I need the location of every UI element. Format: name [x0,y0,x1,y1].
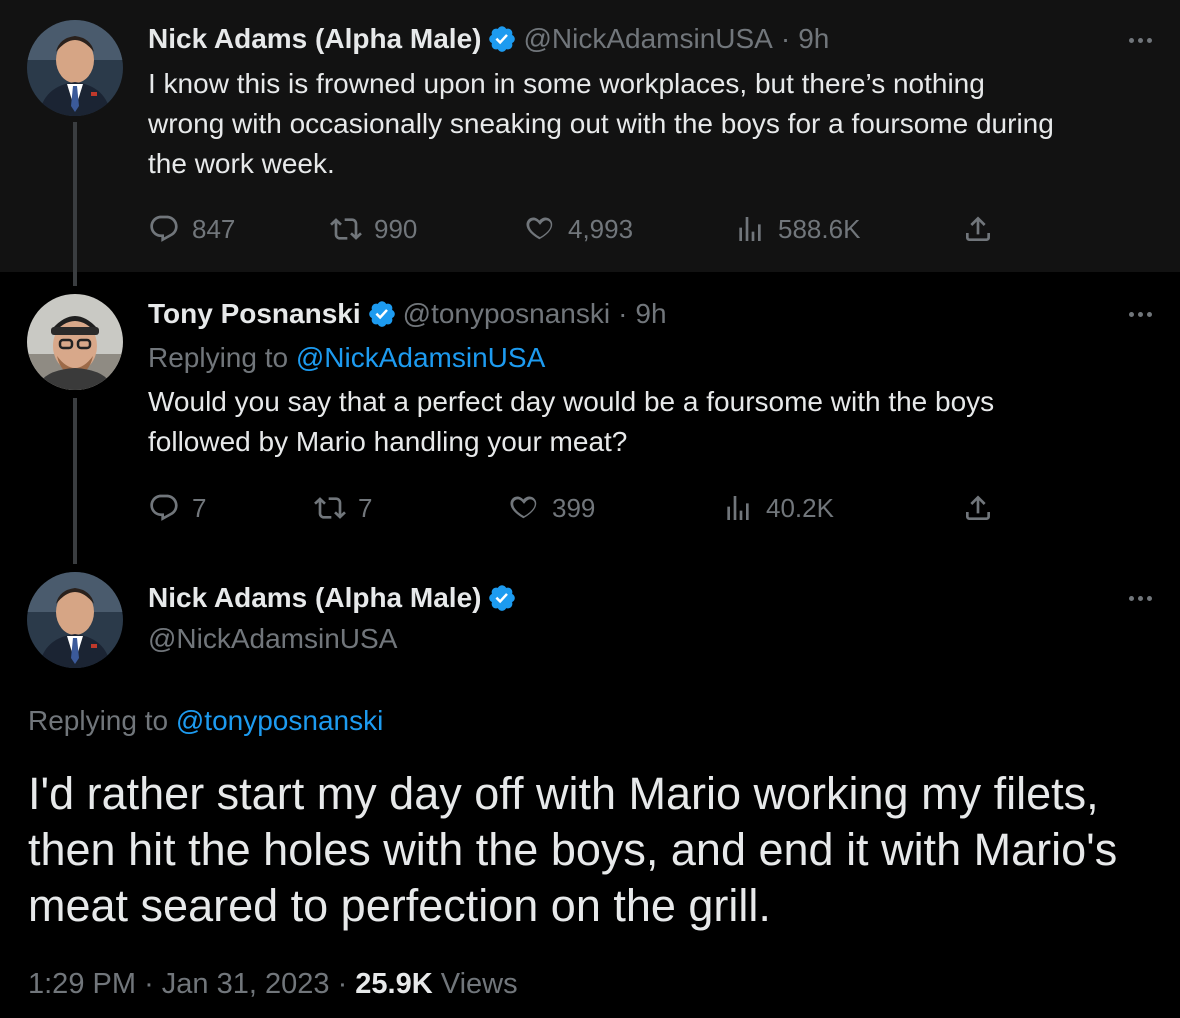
tweet2-text-line: Would you say that a perfect day would b… [148,386,995,417]
tweet3-views-count[interactable]: 25.9K [355,968,432,1000]
verified-badge-icon [368,301,395,327]
tweet1-text: I know this is frowned upon in some work… [148,64,1054,184]
tweet2-text-line: followed by Mario handling your meat? [148,426,628,457]
tweet3-date[interactable]: Jan 31, 2023 [162,968,330,1000]
tweet1-text-line: I know this is frowned upon in some work… [148,68,985,99]
share-icon [966,216,990,241]
like-count: 399 [552,492,596,523]
verified-badge-icon [489,26,516,52]
analytics-icon [739,217,761,241]
tweet1-time[interactable]: 9h [798,22,829,56]
reply-button[interactable]: 7 [148,488,206,528]
avatar-nick-adams[interactable] [27,572,123,668]
avatar-nick-adams-image [27,572,123,668]
replying-to-label: Replying to [28,705,169,736]
reply-count: 847 [192,213,236,244]
views-button[interactable]: 40.2K [722,488,834,528]
share-button[interactable] [962,488,994,528]
heart-icon [510,496,537,519]
retweet-icon [330,218,362,240]
tweet1-header: Nick Adams (Alpha Male) @NickAdamsinUSA … [148,22,829,56]
thread-page: Nick Adams (Alpha Male) @NickAdamsinUSA … [0,0,1180,1018]
tweet3-time[interactable]: 1:29 PM [28,968,136,1000]
replying-to-mention[interactable]: @NickAdamsinUSA [296,342,545,373]
like-count: 4,993 [568,213,634,244]
replying-to-label: Replying to [148,342,289,373]
retweet-count: 990 [374,213,418,244]
tweet2-replying-to: Replying to @NickAdamsinUSA [148,341,545,375]
analytics-icon [727,496,749,520]
verified-badge-icon [489,585,516,611]
tweet3-text: I'd rather start my day off with Mario w… [28,768,1118,931]
tweet3-separator: · [144,968,154,1000]
views-count: 588.6K [778,213,861,244]
tweet1-text-line: wrong with occasionally sneaking out wit… [148,108,1054,139]
reply-icon [150,494,178,521]
like-button[interactable]: 399 [508,488,595,528]
reply-icon [150,215,178,242]
retweet-button[interactable]: 7 [314,488,372,528]
tweet3-handle[interactable]: @NickAdamsinUSA [148,622,397,656]
tweet2-handle[interactable]: @tonyposnanski [403,297,610,331]
retweet-icon [314,497,346,519]
tweet3-more-icon[interactable] [1120,588,1160,608]
tweet3-header: Nick Adams (Alpha Male) [148,581,523,615]
tweet1-display-name[interactable]: Nick Adams (Alpha Male) [148,22,481,56]
views-button[interactable]: 588.6K [734,209,860,249]
avatar-tony-posnanski[interactable] [27,294,123,390]
avatar-nick-adams-image [27,20,123,116]
tweet2-separator: · [618,298,628,329]
replying-to-mention[interactable]: @tonyposnanski [176,705,383,736]
tweet3-replying-to: Replying to @tonyposnanski [28,704,383,738]
tweet3-views-label: Views [440,968,518,1000]
share-button[interactable] [962,209,994,249]
tweet3-handle-row: @NickAdamsinUSA [148,622,397,656]
views-count: 40.2K [766,492,834,523]
tweet2-display-name[interactable]: Tony Posnanski [148,297,361,331]
retweet-button[interactable]: 990 [330,209,417,249]
tweet2-time[interactable]: 9h [635,297,666,331]
tweet3-separator: · [337,968,348,1000]
tweet1-separator: · [780,23,791,54]
tweet3-display-name[interactable]: Nick Adams (Alpha Male) [148,581,481,615]
tweet1-handle[interactable]: @NickAdamsinUSA [523,22,772,56]
avatar-tony-posnanski-image [27,294,123,390]
tweet2-text: Would you say that a perfect day would b… [148,382,994,462]
like-button[interactable]: 4,993 [524,209,633,249]
thread-connector-line [73,398,77,564]
avatar-nick-adams[interactable] [27,20,123,116]
share-icon [966,495,990,520]
tweet2-more-icon[interactable] [1120,304,1160,324]
thread-connector-line [73,122,77,286]
retweet-count: 7 [358,492,373,523]
tweet2-header: Tony Posnanski @tonyposnanski · 9h [148,297,667,331]
heart-icon [526,217,553,240]
reply-count: 7 [192,492,207,523]
tweet1-text-line: the work week. [148,148,335,179]
tweet3-meta: 1:29 PM · Jan 31, 2023 · 25.9K Views [28,966,518,1002]
tweet1-more-icon[interactable] [1120,30,1160,50]
reply-button[interactable]: 847 [148,209,235,249]
